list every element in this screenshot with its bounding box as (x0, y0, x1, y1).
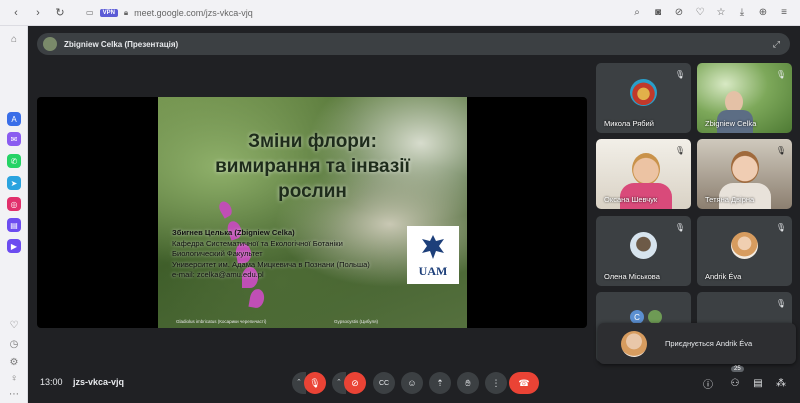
raise-hand-button[interactable]: ✋︎ (457, 372, 479, 394)
control-bar: 13:00 jzs-vkca-vjq ˆ 🎙︎ ˆ ⊘ CC ☺ ⇡ ✋︎ ⋮ (28, 366, 800, 403)
participant-tile[interactable]: 🎙︎ Олена Міськова (596, 216, 691, 286)
more-options-button[interactable]: ⋮ (485, 372, 507, 394)
reload-icon[interactable]: ↻ (54, 6, 66, 19)
avatar (731, 232, 758, 259)
url-text[interactable]: meet.google.com/jzs-vkca-vjq (134, 8, 253, 18)
hand-icon: ✋︎ (465, 377, 471, 388)
avatar (621, 330, 647, 357)
camera-button[interactable]: ⊘ (344, 372, 366, 394)
camera-icon: ▭ (86, 8, 94, 17)
menu-icon[interactable]: ≡ (778, 7, 790, 18)
camera-icon[interactable]: ◙ (652, 7, 664, 18)
participant-tile[interactable]: 🎙︎ Микола Рябий (596, 63, 691, 133)
avatar: C (630, 310, 644, 324)
avatar (648, 310, 662, 324)
chat-button[interactable]: ▤ (750, 375, 766, 391)
slide-title: Зміни флори: вимирання та інвазії рослин (215, 131, 410, 202)
present-icon: ⇡ (436, 377, 444, 388)
join-notification: Приєднується Andrik Éva (598, 323, 796, 364)
participant-tile[interactable]: 🎙︎ Andrik Éva (697, 216, 792, 286)
presenter-bar: Zbigniew Celka (Презентація) ⤢ (37, 33, 790, 55)
heart-icon[interactable]: ♡ (7, 318, 21, 332)
mic-off-icon: 🎙︎ (775, 222, 787, 232)
browser-toolbar: ‹ › ↻ ▭ VPN 🔒︎ meet.google.com/jzs-vkca-… (0, 0, 800, 26)
star-icon[interactable]: ☆ (715, 7, 727, 18)
eagle-icon (422, 235, 444, 259)
present-button[interactable]: ⇡ (429, 372, 451, 394)
people-button[interactable]: ⚇ (727, 375, 743, 391)
slide-author: Збигнев Целька (Zbigniew Celka) (172, 228, 295, 237)
extensions-icon[interactable]: ⊕ (757, 7, 769, 18)
player-icon[interactable]: ▶ (7, 239, 21, 253)
whatsapp-icon[interactable]: ✆ (7, 154, 21, 168)
tips-icon[interactable]: ♀ (7, 371, 21, 385)
slide: Зміни флори: вимирання та інвазії рослин… (158, 97, 467, 328)
more-vert-icon: ⋮ (491, 377, 501, 388)
avatar (630, 79, 657, 106)
chevron-up-icon: ˆ (337, 378, 341, 388)
back-icon[interactable]: ‹ (10, 7, 22, 19)
participant-tile[interactable]: 🎙︎ Тетяна Двірна (697, 139, 792, 209)
lock-icon: 🔒︎ (123, 7, 129, 17)
camera-off-icon: ⊘ (351, 377, 359, 388)
phone-hangup-icon: ☎ (518, 377, 530, 388)
mic-off-icon: 🎙︎ (674, 222, 686, 232)
chat-icon: ▤ (753, 377, 763, 389)
more-icon[interactable]: ⋯ (7, 387, 21, 401)
bookmark-icon[interactable]: ♡ (694, 7, 706, 18)
captions-button[interactable]: CC (373, 372, 395, 394)
mic-off-icon: 🎙︎ (775, 145, 787, 155)
meeting-details-button[interactable]: ⓘ (700, 375, 716, 391)
settings-icon[interactable]: ⚙ (7, 355, 21, 369)
download-icon[interactable]: ⤓ (736, 7, 748, 18)
meet-window: Zbigniew Celka (Презентація) ⤢ Зміни фло… (28, 26, 800, 403)
messenger-icon[interactable]: ✉ (7, 132, 21, 146)
mic-off-icon: 🎙︎ (674, 69, 686, 79)
presenter-avatar (43, 37, 57, 51)
mic-button[interactable]: 🎙︎ (304, 372, 326, 394)
notes-icon[interactable]: ▤ (7, 218, 21, 232)
reactions-button[interactable]: ☺ (401, 372, 423, 394)
meeting-code: jzs-vkca-vjq (73, 377, 125, 387)
browser-sidebar: ⌂ A ✉ ✆ ➤ ◎ ▤ ▶ ♡ ◷ ⚙ ♀ ⋯ (0, 26, 28, 403)
university-logo: UAM (407, 226, 459, 284)
person-head (632, 153, 660, 185)
mic-off-icon: 🎙︎ (674, 145, 686, 155)
forward-icon[interactable]: › (32, 7, 44, 19)
eye-off-icon[interactable]: ⊘ (673, 7, 685, 18)
home-icon[interactable]: ⌂ (7, 32, 21, 46)
search-icon[interactable]: ⌕ (631, 7, 643, 18)
activities-icon: ⁂ (776, 377, 786, 389)
captions-icon: CC (378, 379, 390, 387)
info-icon: ⓘ (703, 379, 713, 391)
history-icon[interactable]: ◷ (7, 337, 21, 351)
activities-button[interactable]: ⁂ (773, 375, 789, 391)
participant-tile[interactable]: 🎙︎ Оксана Шевчук (596, 139, 691, 209)
mic-off-icon: 🎙︎ (775, 298, 787, 308)
meeting-time: 13:00 (40, 377, 63, 387)
participant-count-badge: 25 (731, 366, 744, 372)
instagram-icon[interactable]: ◎ (7, 197, 21, 211)
join-text: Приєднується Andrik Éva (665, 339, 753, 348)
aria-icon[interactable]: A (7, 112, 21, 126)
presenter-label: Zbigniew Celka (Презентація) (64, 39, 179, 49)
person-head (731, 151, 759, 183)
expand-icon[interactable]: ⤢ (773, 39, 780, 50)
leave-call-button[interactable]: ☎ (509, 372, 539, 394)
presentation-view[interactable]: Зміни флори: вимирання та інвазії рослин… (37, 97, 587, 328)
telegram-icon[interactable]: ➤ (7, 176, 21, 190)
vpn-badge[interactable]: VPN (99, 8, 118, 17)
flower-shape (248, 287, 266, 310)
slide-caption-right: Gypsocystis (Цибуля) (334, 319, 379, 324)
avatar (630, 232, 657, 259)
participant-tile[interactable]: 🎙︎ Zbigniew Celka (697, 63, 792, 133)
address-bar[interactable]: ▭ VPN 🔒︎ meet.google.com/jzs-vkca-vjq (86, 8, 253, 18)
mic-off-icon: 🎙︎ (775, 69, 787, 79)
mic-off-icon: 🎙︎ (309, 377, 321, 388)
chevron-up-icon: ˆ (297, 378, 301, 388)
slide-caption-left: Gladiolus imbricatus (Косарики черепичас… (176, 319, 267, 324)
people-icon: ⚇ (730, 377, 740, 389)
slide-body: Збигнев Целька (Zbigniew Celka) Кафедра … (172, 228, 412, 281)
emoji-icon: ☺ (407, 378, 417, 388)
